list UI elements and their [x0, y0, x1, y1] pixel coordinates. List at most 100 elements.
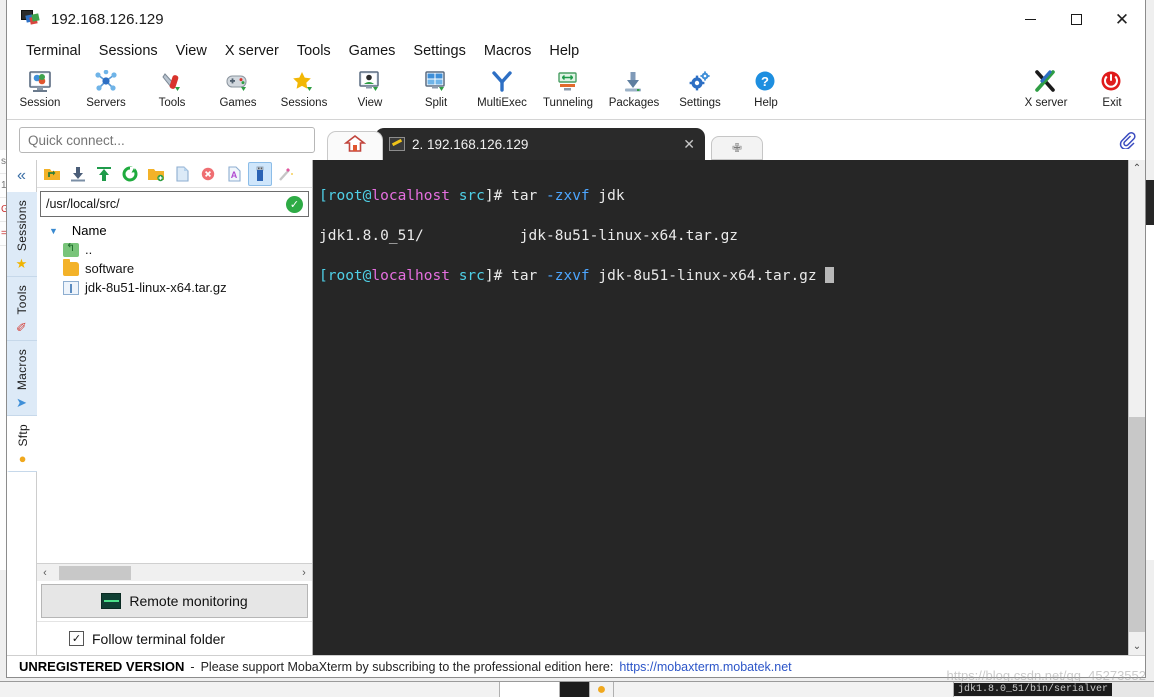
toolbar-multiexec-label: MultiExec	[477, 97, 527, 109]
mobaxterm-website-link[interactable]: https://mobaxterm.mobatek.net	[619, 660, 791, 674]
check-circle-icon: ✓	[286, 195, 303, 213]
download-icon[interactable]	[66, 162, 90, 186]
file-list-header[interactable]: ▼ Name	[37, 221, 312, 240]
upload-icon[interactable]	[92, 162, 116, 186]
toolbar-split-button[interactable]: Split	[403, 66, 469, 109]
scroll-thumb[interactable]	[1129, 416, 1145, 632]
settings-gear-icon	[687, 68, 713, 96]
scroll-up-arrow-icon[interactable]: ⌃	[1129, 160, 1145, 177]
scroll-track[interactable]	[1129, 177, 1145, 638]
terminal-segment: localhost	[371, 268, 450, 284]
tunneling-arrows-icon	[555, 68, 581, 96]
sidebar-tab-sftp[interactable]: Sftp ●	[6, 415, 37, 473]
follow-terminal-folder-row[interactable]: ✓ Follow terminal folder	[37, 621, 312, 655]
menu-macros[interactable]: Macros	[475, 40, 541, 62]
scroll-down-arrow-icon[interactable]: ⌄	[1129, 638, 1145, 655]
mobaxterm-window: 192.168.126.129 ✕ Terminal Sessions View…	[6, 0, 1146, 678]
toolbar-servers-button[interactable]: Servers	[73, 66, 139, 109]
list-item[interactable]: jdk-8u51-linux-x64.tar.gz	[37, 278, 312, 297]
magic-wand-icon[interactable]	[274, 162, 298, 186]
remote-monitoring-label: Remote monitoring	[129, 593, 248, 609]
menu-view[interactable]: View	[167, 40, 216, 62]
knife-icon: ✐	[16, 319, 27, 335]
menu-games[interactable]: Games	[340, 40, 405, 62]
toolbar-tools-button[interactable]: Tools	[139, 66, 205, 109]
menu-terminal[interactable]: Terminal	[17, 40, 90, 62]
toolbar-x-server-button[interactable]: X server	[1013, 66, 1079, 109]
tools-knife-icon	[159, 68, 185, 96]
minimize-button[interactable]	[1007, 0, 1053, 38]
servers-network-icon	[93, 68, 119, 96]
terminal-tab-active[interactable]: 2. 192.168.126.129 ✕	[375, 128, 705, 160]
scroll-left-arrow-icon[interactable]: ‹	[37, 567, 53, 579]
toolbar-x-server-label: X server	[1024, 97, 1068, 109]
x-server-icon	[1033, 68, 1059, 96]
games-gamepad-icon	[225, 68, 251, 96]
toolbar-multiexec-button[interactable]: MultiExec	[469, 66, 535, 109]
quick-connect-and-tabs-row: 2. 192.168.126.129 ✕ ✙	[7, 120, 1145, 160]
sidebar-tab-tools[interactable]: Tools ✐	[6, 277, 37, 341]
refresh-icon[interactable]	[118, 162, 142, 186]
close-button[interactable]: ✕	[1099, 0, 1145, 38]
text-view-icon[interactable]: A	[222, 162, 246, 186]
list-item-label: jdk-8u51-linux-x64.tar.gz	[85, 280, 227, 295]
delete-icon[interactable]	[196, 162, 220, 186]
sidebar-tab-sessions[interactable]: Sessions ★	[6, 192, 37, 278]
new-tab-button[interactable]: ✙	[711, 136, 763, 160]
toolbar-tunneling-button[interactable]: Tunneling	[535, 66, 601, 109]
terminal-output[interactable]: [root@localhost src]# tar -zxvf jdk jdk1…	[313, 160, 1128, 655]
sidebar-tab-macros[interactable]: Macros ➤	[6, 340, 37, 416]
sidebar-tab-tools-label: Tools	[14, 285, 29, 315]
toolbar-games-button[interactable]: Games	[205, 66, 271, 109]
scroll-thumb[interactable]	[59, 565, 131, 580]
collapse-sidebar-button[interactable]: «	[7, 160, 36, 192]
sftp-horizontal-scrollbar[interactable]: ‹ ›	[37, 563, 312, 581]
remote-monitoring-button[interactable]: Remote monitoring	[41, 584, 308, 618]
terminal-segment: jdk-8u51-linux-x64.tar.gz	[589, 268, 826, 284]
menu-x-server[interactable]: X server	[216, 40, 288, 62]
chevron-down-icon: ▼	[49, 225, 58, 236]
terminal-segment: src	[449, 268, 485, 284]
tab-close-icon[interactable]: ✕	[643, 136, 695, 153]
list-item[interactable]: ..	[37, 240, 312, 259]
terminal-segment: localhost	[371, 188, 450, 204]
sftp-path-bar[interactable]: /usr/local/src/ ✓	[40, 191, 309, 217]
toolbar-session-label: Session	[19, 97, 61, 109]
scroll-right-arrow-icon[interactable]: ›	[296, 567, 312, 579]
list-item[interactable]: software	[37, 258, 312, 278]
quick-connect-input[interactable]	[19, 127, 315, 153]
menu-sessions[interactable]: Sessions	[90, 40, 167, 62]
home-tab[interactable]	[327, 131, 383, 160]
main-toolbar: Session Servers Tools Games Sessions Vie…	[7, 64, 1145, 120]
toolbar-packages-button[interactable]: Packages	[601, 66, 667, 109]
background-seg	[500, 682, 560, 697]
toolbar-view-button[interactable]: View	[337, 66, 403, 109]
toolbar-tools-label: Tools	[158, 97, 186, 109]
terminal-segment: [root@	[319, 268, 372, 284]
parent-folder-icon[interactable]	[40, 162, 64, 186]
terminal-scrollbar[interactable]: ⌃ ⌄	[1128, 160, 1145, 655]
scroll-track[interactable]	[53, 565, 296, 580]
title-bar: 192.168.126.129 ✕	[7, 0, 1145, 38]
menu-help[interactable]: Help	[540, 40, 588, 62]
toolbar-session-button[interactable]: Session	[7, 66, 73, 109]
toolbar-help-button[interactable]: ? Help	[733, 66, 799, 109]
menu-tools[interactable]: Tools	[288, 40, 340, 62]
toolbar-settings-button[interactable]: Settings	[667, 66, 733, 109]
parent-dir-icon	[63, 241, 79, 257]
new-folder-icon[interactable]	[144, 162, 168, 186]
paperclip-icon[interactable]	[1109, 120, 1145, 160]
background-terminal-text: jdk1.8.0_51/bin/serialver	[954, 683, 1113, 696]
new-file-icon[interactable]	[170, 162, 194, 186]
toolbar-help-label: Help	[754, 97, 778, 109]
mobaxterm-logo-icon	[21, 10, 41, 28]
toolbar-sessions-button[interactable]: Sessions	[271, 66, 337, 109]
multiexec-fork-icon	[489, 68, 515, 96]
follow-terminal-folder-checkbox[interactable]: ✓	[69, 631, 84, 646]
usb-drive-icon[interactable]	[248, 161, 272, 186]
sidebar-tab-macros-label: Macros	[14, 348, 29, 390]
toolbar-exit-button[interactable]: Exit	[1079, 66, 1145, 109]
maximize-button[interactable]	[1053, 0, 1099, 38]
terminal-segment: ]#	[484, 188, 512, 204]
menu-settings[interactable]: Settings	[404, 40, 474, 62]
